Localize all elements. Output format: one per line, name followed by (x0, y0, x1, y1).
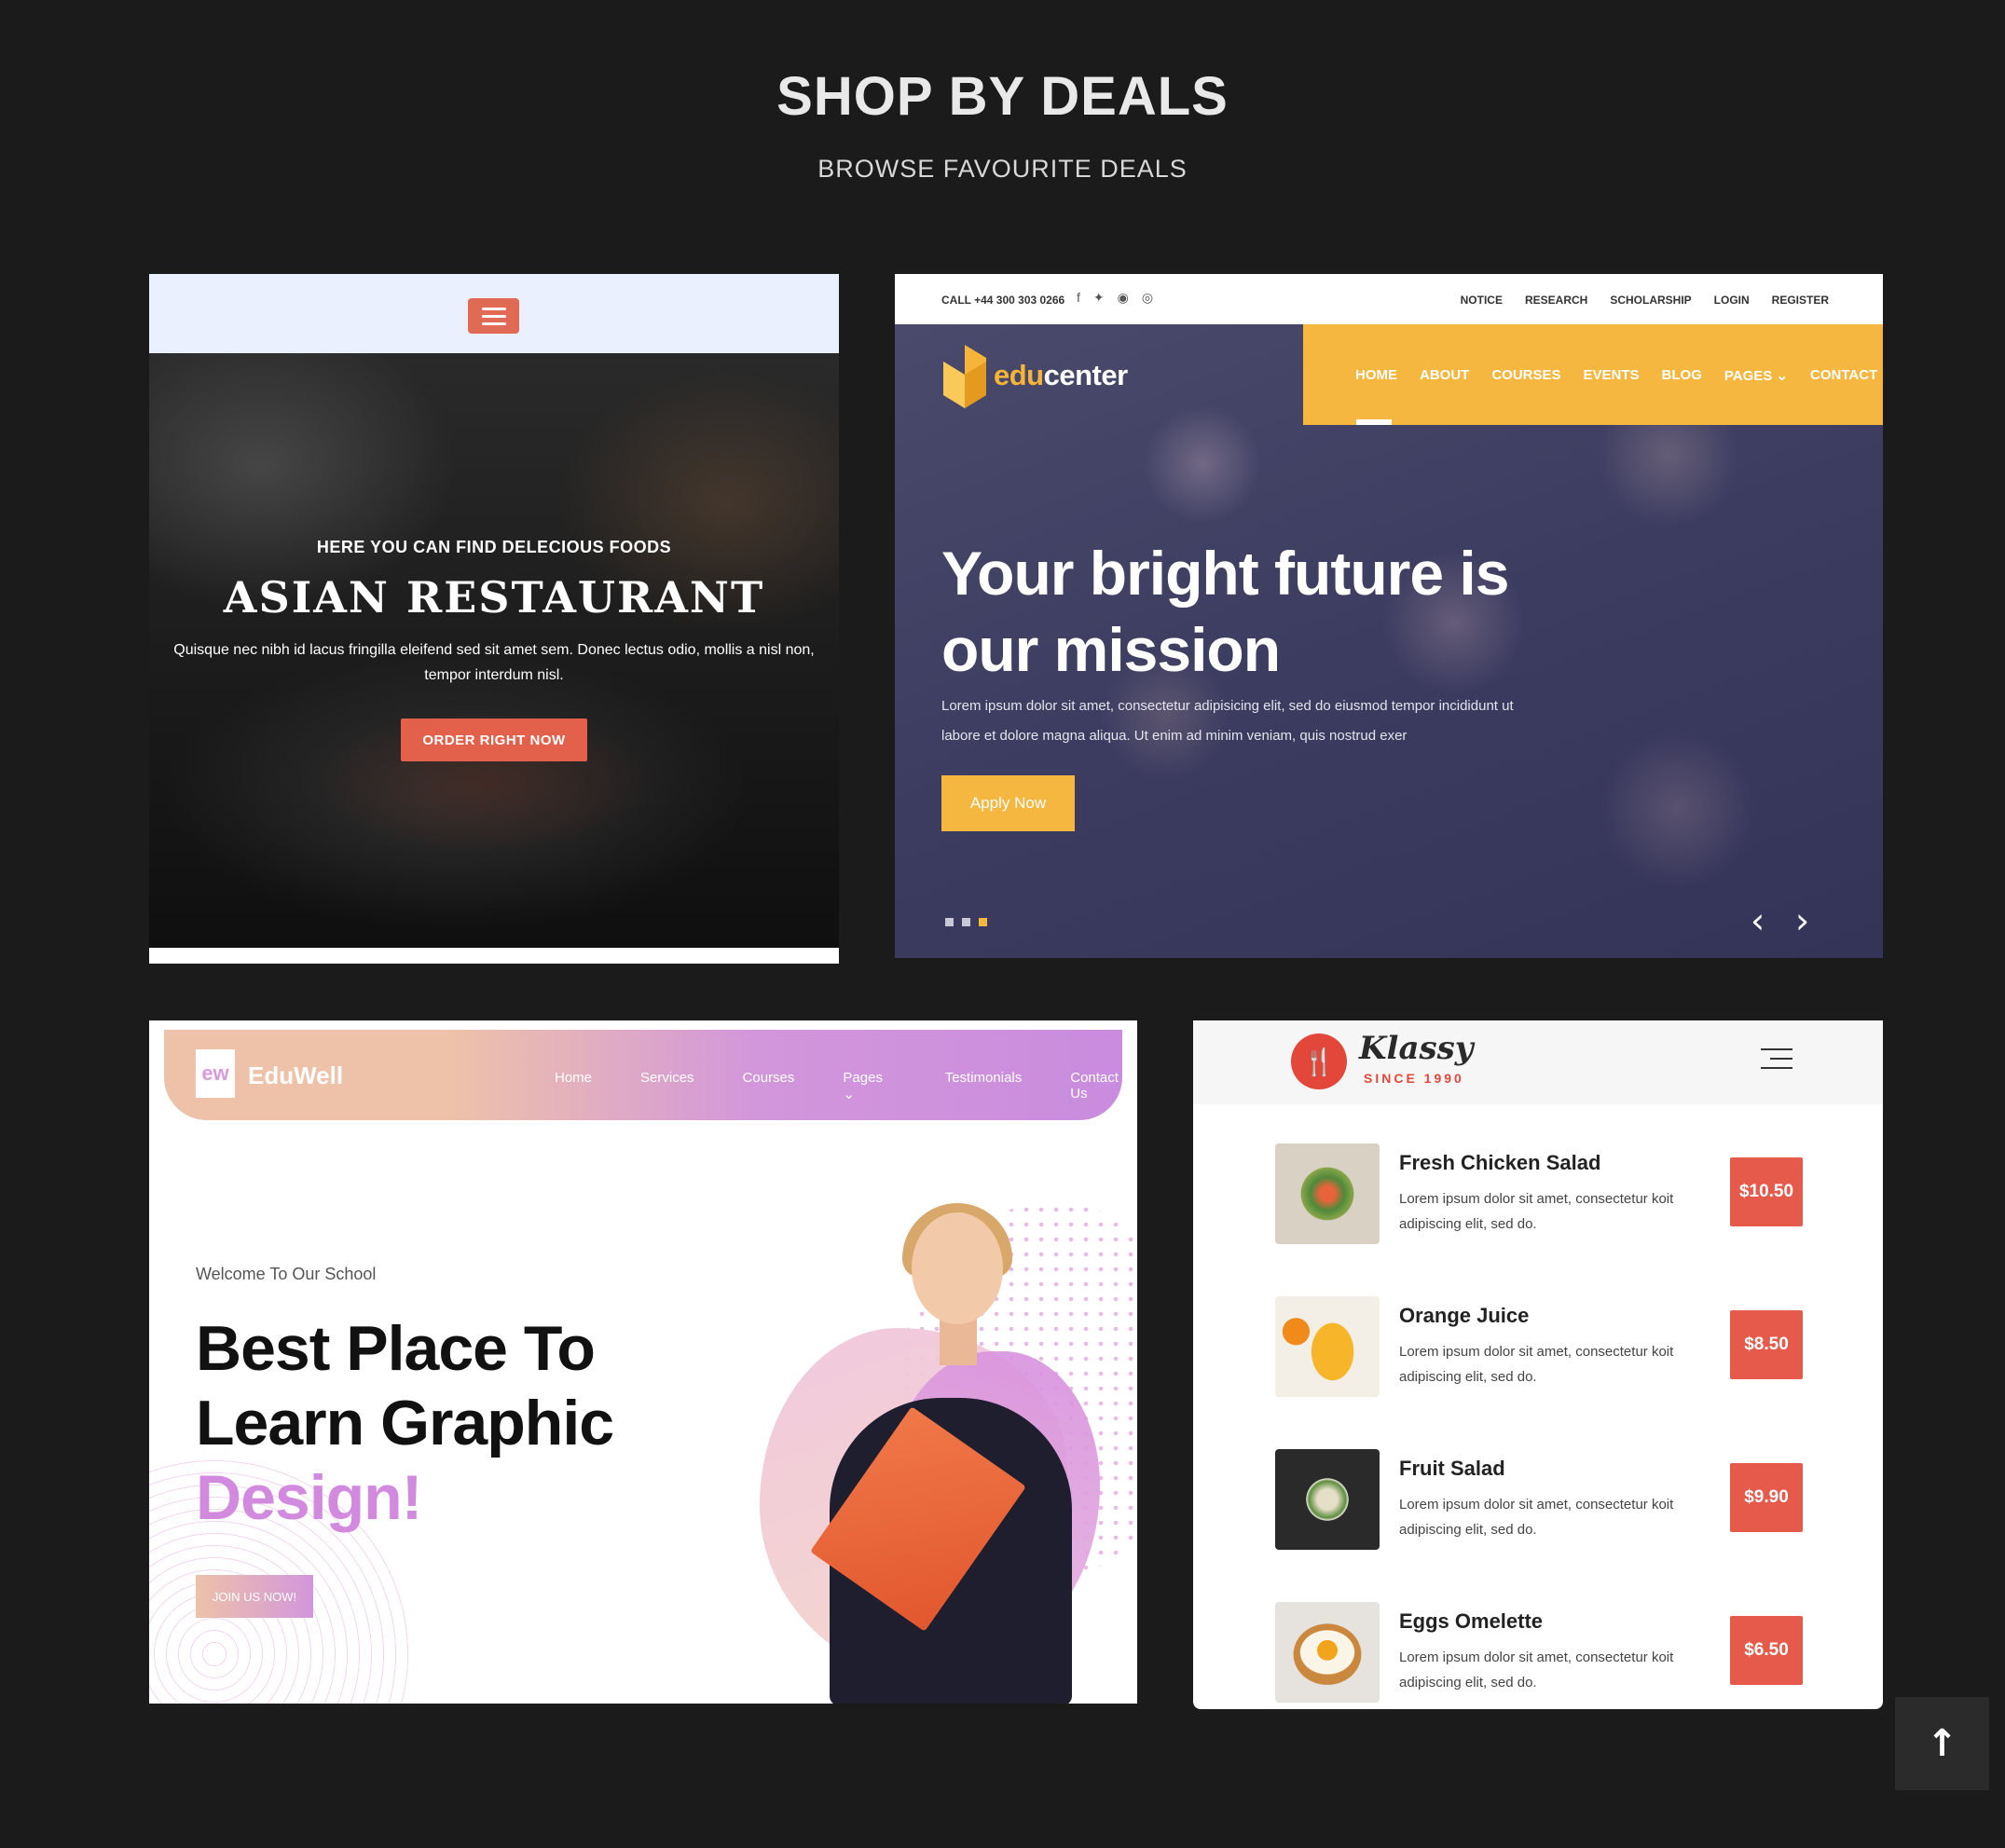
educenter-logo[interactable]: educenter (941, 341, 1128, 410)
student-face (912, 1212, 1003, 1324)
nav-services[interactable]: Services (640, 1070, 694, 1102)
klassy-since: SINCE 1990 (1364, 1071, 1464, 1086)
slider-dot-active[interactable] (979, 918, 987, 926)
top-link-research[interactable]: RESEARCH (1525, 294, 1587, 307)
item-description: Lorem ipsum dolor sit amet, consectetur … (1399, 1497, 1674, 1538)
github-icon[interactable]: ◉ (1118, 290, 1129, 306)
top-link-login[interactable]: LOGIN (1714, 294, 1750, 307)
item-price[interactable]: $8.50 (1730, 1310, 1803, 1379)
nav-blog[interactable]: BLOG (1662, 367, 1702, 384)
educenter-logo-text: educenter (994, 359, 1128, 391)
salad-image (1275, 1143, 1380, 1244)
educenter-call-number: CALL +44 300 303 0266 (941, 294, 1065, 307)
educenter-headline: Your bright future is our mission (941, 539, 1509, 684)
educenter-social-links: f ✦ ◉ ◎ (1077, 290, 1153, 306)
top-link-scholarship[interactable]: SCHOLARSHIP (1610, 294, 1691, 307)
educenter-logo-icon (943, 345, 986, 408)
item-name: Fresh Chicken Salad (1399, 1151, 1601, 1174)
item-price[interactable]: $10.50 (1730, 1157, 1803, 1226)
nav-home[interactable]: Home (555, 1070, 592, 1102)
nav-testimonials[interactable]: Testimonials (945, 1070, 1023, 1102)
eduwell-welcome: Welcome To Our School (196, 1265, 377, 1283)
nav-home[interactable]: HOME (1355, 367, 1397, 384)
restaurant-description: Quisque nec nibh id lacus fringilla elei… (173, 642, 815, 683)
nav-active-indicator (1356, 419, 1392, 425)
back-to-top-button[interactable]: ↑ (1895, 1697, 1989, 1790)
item-name: Orange Juice (1399, 1304, 1530, 1327)
section-title: SHOP BY DEALS (776, 66, 1229, 127)
educenter-top-links: NOTICE RESEARCH SCHOLARSHIP LOGIN REGIST… (1461, 294, 1829, 307)
item-description: Lorem ipsum dolor sit amet, consectetur … (1399, 1650, 1674, 1691)
menu-item[interactable]: Fruit Salad Lorem ipsum dolor sit amet, … (1275, 1449, 1834, 1552)
orange-juice-image (1275, 1296, 1380, 1397)
instagram-icon[interactable]: ◎ (1142, 290, 1153, 306)
slider-dots (945, 918, 987, 926)
nav-contact-us[interactable]: Contact Us (1070, 1070, 1137, 1102)
top-link-register[interactable]: REGISTER (1772, 294, 1829, 307)
eduwell-nav: Home Services Courses Pages ⌄ Testimonia… (555, 1070, 1137, 1102)
nav-contact[interactable]: CONTACT (1810, 367, 1877, 384)
nav-courses[interactable]: COURSES (1491, 367, 1560, 384)
item-name: Eggs Omelette (1399, 1609, 1544, 1633)
educenter-nav: HOME ABOUT COURSES EVENTS BLOG PAGES ⌄ C… (1355, 367, 1877, 384)
deal-card-eduwell[interactable]: ew EduWell Home Services Courses Pages ⌄… (149, 1020, 1137, 1704)
eduwell-brand[interactable]: EduWell (248, 1061, 343, 1090)
nav-pages[interactable]: PAGES ⌄ (1724, 367, 1788, 384)
item-name: Fruit Salad (1399, 1457, 1505, 1480)
nav-about[interactable]: ABOUT (1420, 367, 1469, 384)
item-price[interactable]: $6.50 (1730, 1616, 1803, 1685)
slider-dot[interactable] (945, 918, 954, 926)
top-link-notice[interactable]: NOTICE (1461, 294, 1503, 307)
nav-courses[interactable]: Courses (743, 1070, 795, 1102)
menu-item[interactable]: Fresh Chicken Salad Lorem ipsum dolor si… (1275, 1143, 1834, 1246)
restaurant-kicker: HERE YOU CAN FIND DELECIOUS FOODS (316, 538, 672, 556)
item-description: Lorem ipsum dolor sit amet, consectetur … (1399, 1191, 1674, 1232)
nav-pages[interactable]: Pages ⌄ (843, 1070, 896, 1102)
deal-card-asian-restaurant[interactable]: HERE YOU CAN FIND DELECIOUS FOODS ASIAN … (149, 274, 839, 964)
join-us-now-button[interactable]: JOIN US NOW! (196, 1575, 313, 1618)
facebook-icon[interactable]: f (1077, 290, 1080, 306)
omelette-image (1275, 1602, 1380, 1703)
deal-card-educenter[interactable]: CALL +44 300 303 0266 f ✦ ◉ ◎ NOTICE RES… (895, 274, 1883, 958)
apply-now-button[interactable]: Apply Now (941, 775, 1075, 831)
deal-card-klassy[interactable]: 🍴 Klassy SINCE 1990 Fresh Chicken Salad … (1193, 1020, 1883, 1709)
hamburger-menu-icon[interactable] (1757, 1048, 1792, 1069)
slider-dot[interactable] (962, 918, 970, 926)
fork-knife-icon[interactable]: 🍴 (1291, 1034, 1347, 1089)
eduwell-headline: Best Place To Learn Graphic Design! (196, 1313, 614, 1533)
eduwell-logo-icon[interactable]: ew (196, 1049, 235, 1098)
order-right-now-button[interactable]: ORDER RIGHT NOW (401, 719, 587, 761)
item-price[interactable]: $9.90 (1730, 1463, 1803, 1532)
section-subtitle: BROWSE FAVOURITE DEALS (817, 155, 1188, 183)
hamburger-menu-icon[interactable] (468, 298, 519, 334)
educenter-description: Lorem ipsum dolor sit amet, consectetur … (941, 698, 1514, 744)
fruit-salad-image (1275, 1449, 1380, 1550)
twitter-icon[interactable]: ✦ (1093, 290, 1105, 306)
menu-item[interactable]: Eggs Omelette Lorem ipsum dolor sit amet… (1275, 1602, 1834, 1704)
chevron-right-icon[interactable]: › (1795, 900, 1809, 941)
chevron-left-icon[interactable]: ‹ (1751, 900, 1765, 941)
nav-events[interactable]: EVENTS (1584, 367, 1640, 384)
restaurant-title: ASIAN RESTAURANT (223, 572, 765, 623)
klassy-logo[interactable]: Klassy (1359, 1030, 1474, 1067)
menu-item[interactable]: Orange Juice Lorem ipsum dolor sit amet,… (1275, 1296, 1834, 1399)
item-description: Lorem ipsum dolor sit amet, consectetur … (1399, 1344, 1674, 1385)
